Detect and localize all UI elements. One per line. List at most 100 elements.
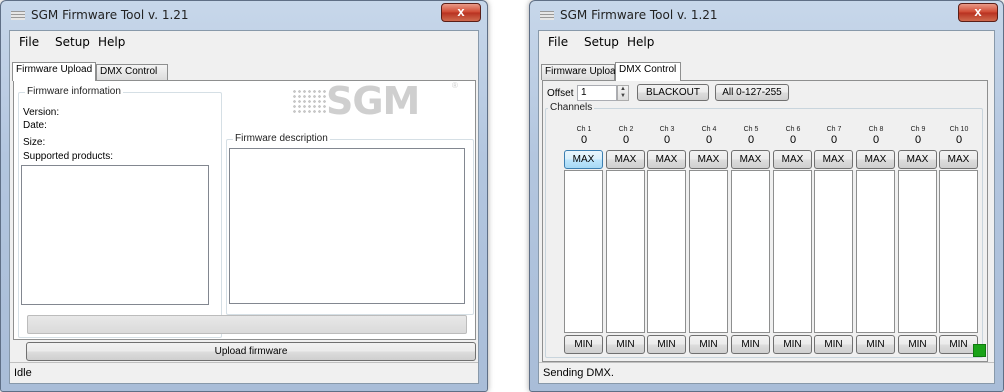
firmware-description-box[interactable] xyxy=(229,148,465,304)
tab-dmx-control[interactable]: DMX Control xyxy=(96,64,168,80)
supported-products-list[interactable] xyxy=(21,165,209,305)
channel-4-fader[interactable] xyxy=(689,170,728,333)
offset-input[interactable]: 1 xyxy=(577,85,617,101)
channel-5-value: 0 xyxy=(747,134,755,146)
channel-1-max-button[interactable]: MAX xyxy=(564,150,603,169)
channel-1-value: 0 xyxy=(580,134,588,146)
firmware-description-label: Firmware description xyxy=(233,133,330,144)
dmx-sending-indicator xyxy=(973,344,986,357)
channel-10-value: 0 xyxy=(955,134,963,146)
channel-3-max-button[interactable]: MAX xyxy=(647,150,686,169)
window-title: SGM Firmware Tool v. 1.21 xyxy=(31,8,189,22)
channel-9-max-button[interactable]: MAX xyxy=(898,150,937,169)
channel-6-name: Ch 6 xyxy=(785,126,801,133)
blackout-button[interactable]: BLACKOUT xyxy=(637,84,709,101)
channel-3-fader[interactable] xyxy=(647,170,686,333)
window-client-area: File Setup Help Firmware Upload DMX Cont… xyxy=(9,30,479,384)
channel-4-value: 0 xyxy=(705,134,713,146)
channel-6-fader[interactable] xyxy=(773,170,812,333)
menu-help[interactable]: Help xyxy=(98,35,125,49)
sgm-logo: SGM ® xyxy=(292,79,468,123)
channel-3-name: Ch 3 xyxy=(659,126,675,133)
channel-3-min-button[interactable]: MIN xyxy=(647,335,686,354)
firmware-information-group: Firmware information Version: Date: Size… xyxy=(18,86,222,338)
menu-help[interactable]: Help xyxy=(627,35,654,49)
channel-9-name: Ch 9 xyxy=(910,126,926,133)
channel-1-name: Ch 1 xyxy=(576,126,592,133)
channel-5-min-button[interactable]: MIN xyxy=(731,335,770,354)
size-label: Size: xyxy=(23,137,46,148)
channel-4-min-button[interactable]: MIN xyxy=(689,335,728,354)
channel-5-fader[interactable] xyxy=(731,170,770,333)
upload-firmware-button[interactable]: Upload firmware xyxy=(26,342,476,361)
channel-6-min-button[interactable]: MIN xyxy=(773,335,812,354)
channel-6-max-button[interactable]: MAX xyxy=(773,150,812,169)
channel-8-name: Ch 8 xyxy=(868,126,884,133)
all-0-127-255-button[interactable]: All 0-127-255 xyxy=(715,84,789,101)
channel-5-max-button[interactable]: MAX xyxy=(731,150,770,169)
menu-setup[interactable]: Setup xyxy=(55,35,90,49)
offset-label: Offset xyxy=(547,88,574,99)
status-bar: Sending DMX. xyxy=(539,362,994,383)
logo-text: SGM xyxy=(326,79,420,123)
firmware-information-label: Firmware information xyxy=(25,86,123,97)
supported-products-label: Supported products: xyxy=(23,151,114,162)
tab-firmware-upload[interactable]: Firmware Upload xyxy=(541,64,621,80)
dmx-control-panel: Offset 1 ▲ ▼ BLACKOUT All 0-127-255 Chan… xyxy=(542,80,988,362)
close-button[interactable]: x xyxy=(441,3,481,22)
status-text: Sending DMX. xyxy=(543,367,614,379)
logo-registered-mark: ® xyxy=(452,81,458,90)
version-label: Version: xyxy=(23,107,60,118)
channel-7-value: 0 xyxy=(830,134,838,146)
channel-7-max-button[interactable]: MAX xyxy=(814,150,853,169)
window-client-area: File Setup Help Firmware Upload DMX Cont… xyxy=(538,30,995,384)
channel-8-max-button[interactable]: MAX xyxy=(856,150,895,169)
channel-5-name: Ch 5 xyxy=(743,126,759,133)
status-bar: Idle xyxy=(10,362,478,383)
menu-setup[interactable]: Setup xyxy=(584,35,619,49)
firmware-tool-window-dmx: SGM Firmware Tool v. 1.21 x File Setup H… xyxy=(529,0,1004,392)
channel-7-name: Ch 7 xyxy=(826,126,842,133)
channel-6-value: 0 xyxy=(789,134,797,146)
channel-10-name: Ch 10 xyxy=(949,126,969,133)
menu-file[interactable]: File xyxy=(548,35,568,49)
date-label: Date: xyxy=(23,120,47,131)
firmware-upload-panel: Firmware information Version: Date: Size… xyxy=(13,79,476,340)
channel-10-max-button[interactable]: MAX xyxy=(939,150,978,169)
channel-2-fader[interactable] xyxy=(606,170,645,333)
channel-9-min-button[interactable]: MIN xyxy=(898,335,937,354)
channel-8-value: 0 xyxy=(872,134,880,146)
channel-3-value: 0 xyxy=(663,134,671,146)
menu-bar: File Setup Help xyxy=(539,31,994,53)
channel-7-fader[interactable] xyxy=(814,170,853,333)
channel-9-fader[interactable] xyxy=(898,170,937,333)
channel-2-min-button[interactable]: MIN xyxy=(606,335,645,354)
channel-7-min-button[interactable]: MIN xyxy=(814,335,853,354)
title-bar[interactable]: SGM Firmware Tool v. 1.21 x xyxy=(530,1,1003,29)
offset-spinner[interactable]: ▲ ▼ xyxy=(617,85,629,101)
channel-2-name: Ch 2 xyxy=(618,126,634,133)
channel-2-value: 0 xyxy=(622,134,630,146)
channel-4-name: Ch 4 xyxy=(701,126,717,133)
tab-firmware-upload[interactable]: Firmware Upload xyxy=(12,62,96,81)
channel-8-min-button[interactable]: MIN xyxy=(856,335,895,354)
firmware-description-group: Firmware description xyxy=(226,133,474,315)
channel-2-max-button[interactable]: MAX xyxy=(606,150,645,169)
tab-dmx-control[interactable]: DMX Control xyxy=(615,62,681,81)
upload-progress-bar xyxy=(27,315,467,334)
channel-8-fader[interactable] xyxy=(856,170,895,333)
close-button[interactable]: x xyxy=(958,3,998,22)
channel-1-fader[interactable] xyxy=(564,170,603,333)
channel-4-max-button[interactable]: MAX xyxy=(689,150,728,169)
spin-up-icon[interactable]: ▲ xyxy=(618,86,628,93)
channel-9-value: 0 xyxy=(914,134,922,146)
app-icon xyxy=(11,11,25,20)
channel-1-min-button[interactable]: MIN xyxy=(564,335,603,354)
channel-10-fader[interactable] xyxy=(939,170,978,333)
spin-down-icon[interactable]: ▼ xyxy=(618,93,628,100)
channels-label: Channels xyxy=(548,102,595,113)
menu-bar: File Setup Help xyxy=(10,31,478,53)
status-text: Idle xyxy=(14,367,32,379)
menu-file[interactable]: File xyxy=(19,35,39,49)
title-bar[interactable]: SGM Firmware Tool v. 1.21 x xyxy=(1,1,487,29)
